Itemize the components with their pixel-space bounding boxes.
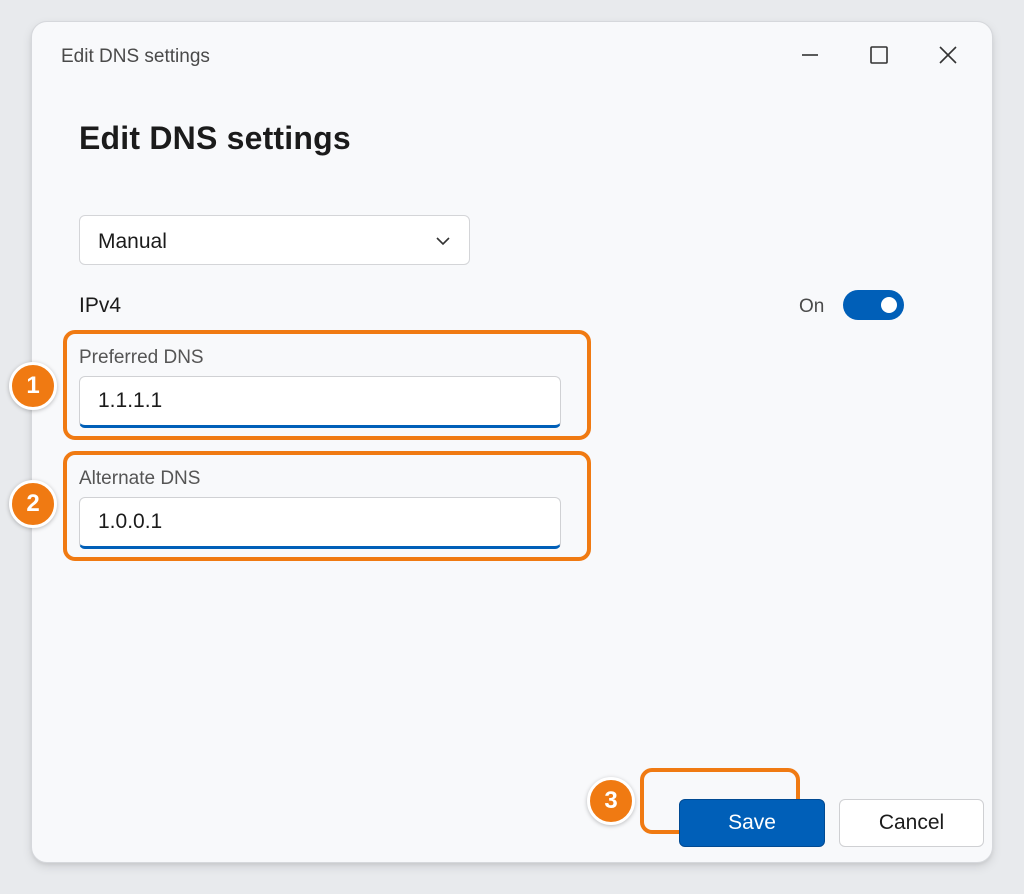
window-title: Edit DNS settings	[61, 46, 210, 67]
maximize-icon	[870, 46, 888, 64]
step-badge-3: 3	[587, 777, 635, 825]
ipv4-toggle[interactable]	[843, 290, 904, 320]
step-badge-2: 2	[9, 480, 57, 528]
ipv4-label: IPv4	[79, 294, 122, 317]
toggle-knob	[881, 297, 897, 313]
close-button[interactable]	[925, 36, 971, 74]
minimize-icon	[802, 54, 818, 56]
step-badge-1: 1	[9, 362, 57, 410]
page-title: Edit DNS settings	[79, 120, 351, 156]
dropdown-selected-value: Manual	[98, 230, 167, 253]
alternate-dns-input[interactable]	[79, 497, 561, 549]
cancel-button[interactable]: Cancel	[839, 799, 984, 847]
chevron-down-icon	[436, 237, 450, 246]
close-icon	[939, 46, 957, 64]
save-button[interactable]: Save	[679, 799, 825, 847]
dns-mode-dropdown[interactable]: Manual	[79, 215, 470, 265]
preferred-dns-label: Preferred DNS	[79, 347, 204, 368]
ipv4-toggle-state: On	[799, 296, 825, 317]
minimize-button[interactable]	[787, 36, 833, 74]
preferred-dns-input[interactable]	[79, 376, 561, 428]
edit-dns-window: Edit DNS settings Edit DNS settings Manu…	[31, 21, 993, 863]
alternate-dns-label: Alternate DNS	[79, 468, 201, 489]
maximize-button[interactable]	[856, 36, 902, 74]
